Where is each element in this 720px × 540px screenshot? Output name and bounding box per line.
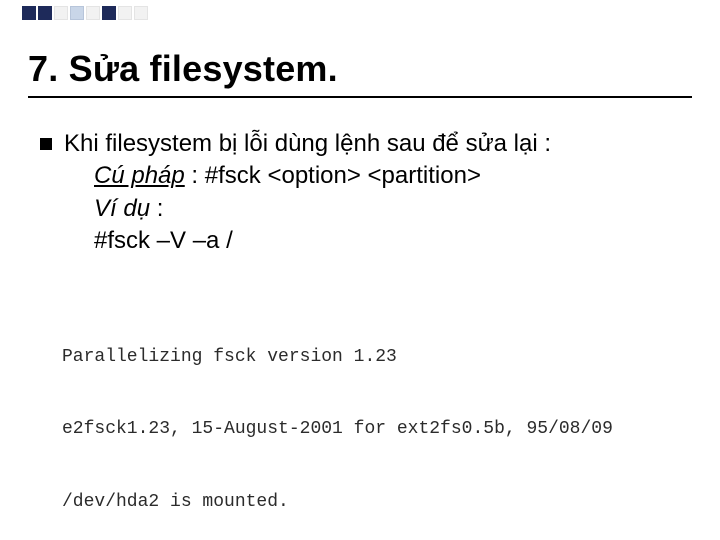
- bullet-item: Khi filesystem bị lỗi dùng lệnh sau để s…: [40, 128, 692, 258]
- intro-line: Khi filesystem bị lỗi dùng lệnh sau để s…: [64, 128, 692, 160]
- deco-square: [38, 6, 52, 20]
- slide: 7. Sửa filesystem. Khi filesystem bị lỗi…: [0, 0, 720, 540]
- slide-title: 7. Sửa filesystem.: [28, 48, 692, 90]
- terminal-line: Parallelizing fsck version 1.23: [62, 345, 692, 369]
- deco-square: [22, 6, 36, 20]
- title-block: 7. Sửa filesystem.: [28, 48, 692, 98]
- terminal-line: /dev/hda2 is mounted.: [62, 490, 692, 514]
- bullet-text-block: Khi filesystem bị lỗi dùng lệnh sau để s…: [64, 128, 692, 258]
- decorative-squares: [6, 6, 148, 20]
- deco-square: [134, 6, 148, 20]
- title-underline: [28, 96, 692, 98]
- terminal-line: e2fsck1.23, 15-August-2001 for ext2fs0.5…: [62, 417, 692, 441]
- syntax-label: Cú pháp: [94, 162, 185, 189]
- square-bullet-icon: [40, 138, 52, 150]
- example-label-line: Ví dụ :: [94, 193, 692, 225]
- deco-square: [86, 6, 100, 20]
- deco-square: [70, 6, 84, 20]
- deco-square: [102, 6, 116, 20]
- example-command-line: #fsck –V –a /: [94, 225, 692, 257]
- example-label: Ví dụ: [94, 195, 150, 222]
- deco-square: [6, 6, 20, 20]
- terminal-output: Parallelizing fsck version 1.23 e2fsck1.…: [62, 296, 692, 540]
- syntax-command: #fsck <option> <partition>: [205, 162, 481, 189]
- deco-square: [54, 6, 68, 20]
- deco-square: [118, 6, 132, 20]
- syntax-line: Cú pháp : #fsck <option> <partition>: [94, 160, 692, 192]
- example-sep: :: [150, 195, 163, 222]
- syntax-sep: :: [185, 162, 205, 189]
- body-content: Khi filesystem bị lỗi dùng lệnh sau để s…: [40, 128, 692, 258]
